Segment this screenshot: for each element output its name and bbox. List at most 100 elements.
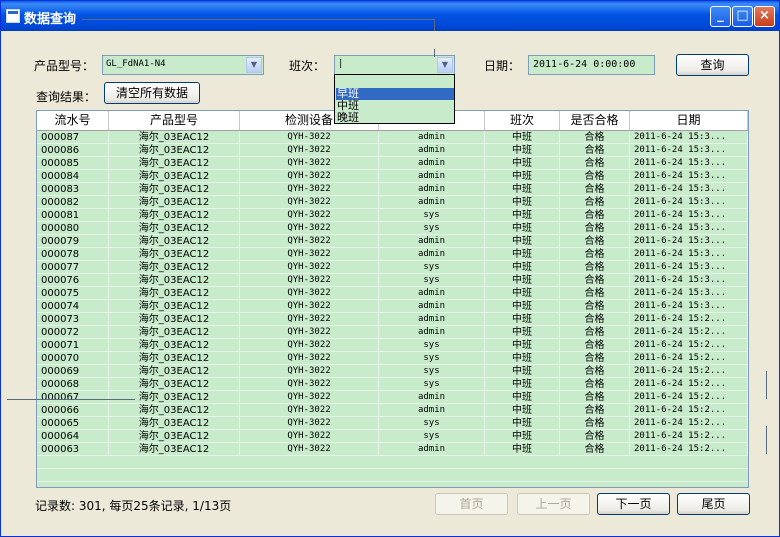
table-row[interactable]: 000083 海尔_03EAC12 QYH-3022 admin 中班 合格 2011-6-… <box>37 183 748 196</box>
cell-pass: 合格 <box>560 430 630 443</box>
cell-operator: sys <box>379 430 485 443</box>
cell-operator: admin <box>379 144 485 157</box>
maximize-button[interactable]: □ <box>732 6 753 27</box>
dropdown-item-night[interactable]: 晚班 <box>336 112 454 124</box>
table-row[interactable]: 000078 海尔_03EAC12 QYH-3022 admin 中班 合格 2011-6-… <box>37 248 748 261</box>
cell-shift: 中班 <box>485 378 560 391</box>
cell-product: 海尔_03EAC12 <box>109 287 240 300</box>
table-row[interactable]: 000067 海尔_03EAC12 QYH-3022 admin 中班 合格 2011-6-… <box>37 391 748 404</box>
cell-operator: admin <box>379 404 485 417</box>
table-row[interactable]: 000079 海尔_03EAC12 QYH-3022 admin 中班 合格 2011-6-… <box>37 235 748 248</box>
cell-device: QYH-3022 <box>240 209 379 222</box>
cell-date: 2011-6-24 15:3... <box>630 274 748 287</box>
cell-shift: 中班 <box>485 222 560 235</box>
table-row[interactable]: 000070 海尔_03EAC12 QYH-3022 sys 中班 合格 2011-6-24… <box>37 352 748 365</box>
title-bar[interactable]: 数据查询 _ □ × <box>1 1 779 31</box>
cell-operator: admin <box>379 157 485 170</box>
cell-device: QYH-3022 <box>240 339 379 352</box>
cell-device: QYH-3022 <box>240 352 379 365</box>
table-row[interactable]: 000085 海尔_03EAC12 QYH-3022 admin 中班 合格 2011-6-… <box>37 157 748 170</box>
window-title: 数据查询 <box>24 12 77 27</box>
table-row[interactable]: 000068 海尔_03EAC12 QYH-3022 sys 中班 合格 2011-6-24… <box>37 378 748 391</box>
cell-date: 2011-6-24 15:2... <box>630 430 748 443</box>
clear-all-button[interactable]: 清空所有数据 <box>104 82 200 104</box>
table-row[interactable]: 000075 海尔_03EAC12 QYH-3022 admin 中班 合格 2011-6-… <box>37 287 748 300</box>
table-row[interactable]: 000077 海尔_03EAC12 QYH-3022 sys 中班 合格 2011-6-24… <box>37 261 748 274</box>
close-button[interactable]: × <box>754 6 775 27</box>
table-row[interactable]: 000066 海尔_03EAC12 QYH-3022 admin 中班 合格 2011-6-… <box>37 404 748 417</box>
cell-device: QYH-3022 <box>240 235 379 248</box>
results-grid[interactable]: 流水号 产品型号 检测设备 班次 是否合格 日期 000087 海尔_03EAC1… <box>36 110 749 488</box>
table-row[interactable]: 000063 海尔_03EAC12 QYH-3022 admin 中班 合格 2011-6-… <box>37 443 748 456</box>
table-row[interactable]: 000064 海尔_03EAC12 QYH-3022 sys 中班 合格 2011-6-24… <box>37 430 748 443</box>
cell-device: QYH-3022 <box>240 144 379 157</box>
cell-date: 2011-6-24 15:2... <box>630 378 748 391</box>
last-page-button[interactable]: 尾页 <box>677 493 750 515</box>
prev-page-button[interactable]: 上一页 <box>517 493 590 515</box>
first-page-button[interactable]: 首页 <box>435 493 508 515</box>
query-button[interactable]: 查询 <box>676 54 749 76</box>
cell-product: 海尔_03EAC12 <box>109 170 240 183</box>
cell-pass: 合格 <box>560 209 630 222</box>
cell-pass: 合格 <box>560 144 630 157</box>
cell-product: 海尔_03EAC12 <box>109 443 240 456</box>
table-row[interactable]: 000087 海尔_03EAC12 QYH-3022 admin 中班 合格 2011-6-… <box>37 131 748 144</box>
cell-device: QYH-3022 <box>240 313 379 326</box>
chevron-down-icon[interactable]: ▼ <box>246 57 262 73</box>
cell-shift: 中班 <box>485 274 560 287</box>
cell-shift: 中班 <box>485 209 560 222</box>
col-header-date[interactable]: 日期 <box>630 111 748 130</box>
table-row[interactable]: 000074 海尔_03EAC12 QYH-3022 admin 中班 合格 2011-6-… <box>37 300 748 313</box>
shift-combo[interactable]: | ▼ <box>334 55 455 75</box>
next-page-button[interactable]: 下一页 <box>597 493 670 515</box>
cell-pass: 合格 <box>560 287 630 300</box>
cell-product: 海尔_03EAC12 <box>109 339 240 352</box>
table-row[interactable]: 000086 海尔_03EAC12 QYH-3022 admin 中班 合格 2011-6-… <box>37 144 748 157</box>
table-row[interactable]: 000073 海尔_03EAC12 QYH-3022 admin 中班 合格 2011-6-… <box>37 313 748 326</box>
cell-product: 海尔_03EAC12 <box>109 300 240 313</box>
cell-device: QYH-3022 <box>240 365 379 378</box>
minimize-button[interactable]: _ <box>710 6 731 27</box>
col-header-product[interactable]: 产品型号 <box>109 111 240 130</box>
artifact-line <box>766 426 767 454</box>
table-row[interactable]: 000072 海尔_03EAC12 QYH-3022 admin 中班 合格 2011-6-… <box>37 326 748 339</box>
date-field[interactable]: 2011-6-24 0:00:00 <box>528 55 655 75</box>
table-row[interactable]: 000069 海尔_03EAC12 QYH-3022 sys 中班 合格 2011-6-24… <box>37 365 748 378</box>
cell-product: 海尔_03EAC12 <box>109 378 240 391</box>
table-row[interactable]: 000080 海尔_03EAC12 QYH-3022 sys 中班 合格 2011-6-24… <box>37 222 748 235</box>
cell-product: 海尔_03EAC12 <box>109 417 240 430</box>
cell-serial: 000073 <box>37 313 109 326</box>
table-row[interactable]: 000076 海尔_03EAC12 QYH-3022 sys 中班 合格 2011-6-24… <box>37 274 748 287</box>
chevron-down-icon[interactable]: ▼ <box>437 57 453 73</box>
cell-pass: 合格 <box>560 235 630 248</box>
product-value: GL_FdNA1-N4 <box>106 59 166 69</box>
product-combo[interactable]: GL_FdNA1-N4 ▼ <box>102 55 264 75</box>
shift-label: 班次： <box>289 59 326 73</box>
cell-operator: admin <box>379 248 485 261</box>
cell-date: 2011-6-24 15:3... <box>630 144 748 157</box>
table-row[interactable]: 000082 海尔_03EAC12 QYH-3022 admin 中班 合格 2011-6-… <box>37 196 748 209</box>
shift-dropdown-list[interactable]: 早班 中班 晚班 <box>334 74 455 124</box>
cell-operator: sys <box>379 365 485 378</box>
cell-shift: 中班 <box>485 261 560 274</box>
table-row[interactable]: 000081 海尔_03EAC12 QYH-3022 sys 中班 合格 2011-6-24… <box>37 209 748 222</box>
table-row[interactable]: 000084 海尔_03EAC12 QYH-3022 admin 中班 合格 2011-6-… <box>37 170 748 183</box>
cell-device: QYH-3022 <box>240 157 379 170</box>
cell-pass: 合格 <box>560 365 630 378</box>
cell-pass: 合格 <box>560 157 630 170</box>
col-header-serial[interactable]: 流水号 <box>37 111 109 130</box>
table-row[interactable]: 000071 海尔_03EAC12 QYH-3022 sys 中班 合格 2011-6-24… <box>37 339 748 352</box>
cell-pass: 合格 <box>560 391 630 404</box>
result-label: 查询结果： <box>36 90 97 104</box>
cell-device: QYH-3022 <box>240 274 379 287</box>
app-icon[interactable] <box>6 9 20 23</box>
cell-date: 2011-6-24 15:3... <box>630 183 748 196</box>
col-header-shift[interactable]: 班次 <box>485 111 560 130</box>
cell-date: 2011-6-24 15:3... <box>630 157 748 170</box>
cell-serial: 000063 <box>37 443 109 456</box>
col-header-pass[interactable]: 是否合格 <box>560 111 630 130</box>
cell-date: 2011-6-24 15:3... <box>630 170 748 183</box>
table-row[interactable]: 000065 海尔_03EAC12 QYH-3022 sys 中班 合格 2011-6-24… <box>37 417 748 430</box>
cell-operator: sys <box>379 274 485 287</box>
cell-pass: 合格 <box>560 339 630 352</box>
